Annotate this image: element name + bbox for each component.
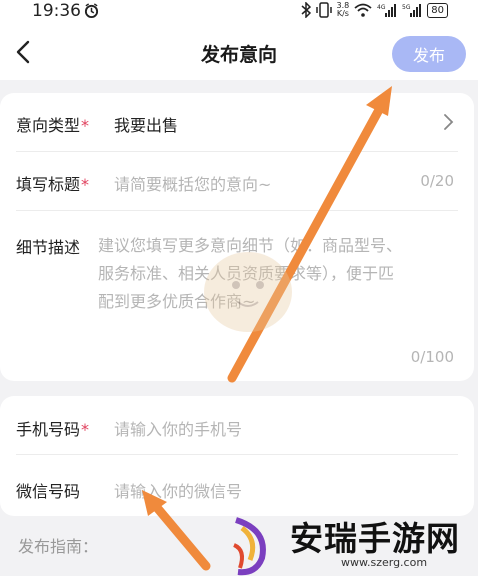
title-input[interactable]: 请简要概括您的意向~ [114, 171, 271, 195]
title-counter: 0/20 [420, 172, 454, 190]
vibrate-icon [315, 2, 332, 18]
nav-bar: 发布意向 发布 [0, 24, 478, 80]
wechat-row[interactable]: 微信号码 请输入你的微信号 [16, 458, 458, 516]
phone-label: 手机号码* [16, 420, 90, 439]
site-logo-icon [233, 517, 266, 576]
intent-type-row[interactable]: 意向类型* 我要出售 [16, 93, 458, 152]
publish-guide-label: 发布指南： [18, 537, 99, 556]
signal-4g-icon: 4G [377, 4, 397, 17]
contact-card: 手机号码* 请输入你的手机号 微信号码 请输入你的微信号 [0, 396, 474, 516]
intent-form-card: 意向类型* 我要出售 填写标题* 请简要概括您的意向~ 0/20 细节描述 建议… [0, 93, 474, 381]
details-counter: 0/100 [410, 348, 454, 366]
bluetooth-icon [301, 2, 311, 18]
status-time: 19:36 [32, 1, 81, 21]
details-textarea[interactable]: 建议您填写更多意向细节（如：商品型号、 服务标准、相关人员资质要求等），便于匹 … [98, 232, 454, 316]
status-icons: 3.8 K/s 4G 5G 80 [301, 2, 448, 18]
wechat-label: 微信号码 [16, 482, 81, 501]
chevron-right-icon [444, 114, 454, 130]
publish-button[interactable]: 发布 [392, 36, 466, 72]
svg-text:4G: 4G [377, 4, 386, 11]
title-row[interactable]: 填写标题* 请简要概括您的意向~ 0/20 [16, 152, 458, 211]
watermark-title: 安瑞手游网 [290, 519, 460, 558]
svg-text:5G: 5G [402, 4, 411, 11]
battery-level: 80 [427, 2, 448, 18]
watermark-url: www.szerg.com [341, 556, 428, 569]
wifi-icon [354, 3, 372, 17]
intent-type-label: 意向类型* [16, 116, 90, 135]
title-label: 填写标题* [16, 175, 90, 194]
network-speed: 3.8 K/s [336, 1, 350, 18]
phone-input[interactable]: 请输入你的手机号 [114, 416, 242, 440]
intent-type-value: 我要出售 [114, 116, 179, 135]
signal-5g-icon: 5G [402, 4, 422, 17]
details-label: 细节描述 [16, 238, 81, 257]
phone-row[interactable]: 手机号码* 请输入你的手机号 [16, 396, 458, 455]
status-bar: 19:36 3.8 K/s 4G 5G 80 [0, 0, 478, 24]
alarm-icon [84, 3, 99, 18]
wechat-input[interactable]: 请输入你的微信号 [114, 478, 242, 502]
